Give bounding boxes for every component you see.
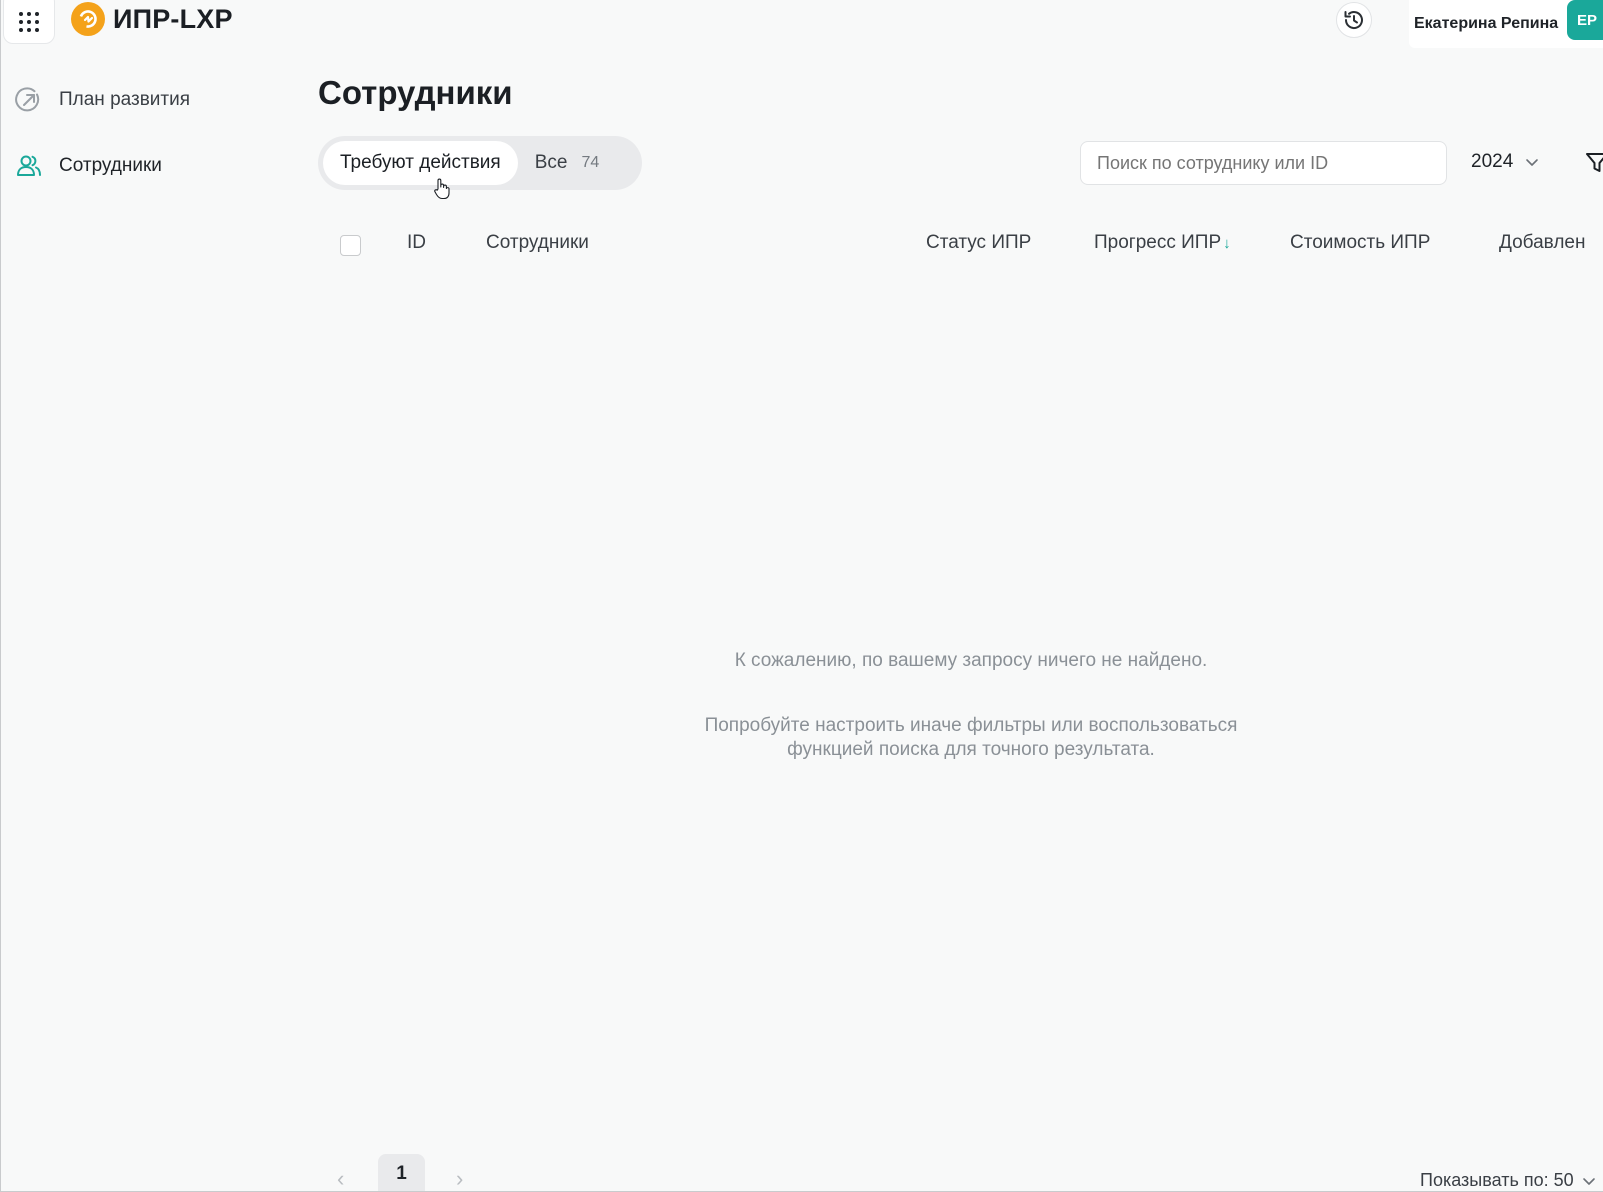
tab-count-badge: 74 xyxy=(581,154,600,171)
year-value: 2024 xyxy=(1471,151,1514,172)
empty-state-hint-line: Попробуйте настроить иначе фильтры или в… xyxy=(704,715,1238,736)
column-header-added[interactable]: Добавлен xyxy=(1499,232,1585,254)
tab-all[interactable]: Все 74 xyxy=(518,141,617,185)
segmented-tabs: Требуют действия Все 74 xyxy=(318,136,642,190)
next-page-button[interactable]: › xyxy=(456,1166,463,1191)
filter-button[interactable] xyxy=(1585,151,1603,180)
chevron-down-icon xyxy=(1582,1177,1595,1185)
tab-requires-action[interactable]: Требуют действия xyxy=(323,141,518,185)
app-logo[interactable]: ИПР-LXP xyxy=(71,2,233,36)
app-title: ИПР-LXP xyxy=(113,3,233,34)
sidebar-item-label: План развития xyxy=(59,89,191,110)
tab-label: Все xyxy=(534,152,568,173)
empty-state-hint: Попробуйте настроить иначе фильтры или в… xyxy=(1,714,1603,762)
logo-icon xyxy=(71,2,105,36)
column-header-progress[interactable]: Прогресс ИПР ↓ xyxy=(1094,232,1231,254)
user-menu[interactable]: Екатерина Репина ЕР xyxy=(1409,0,1603,48)
column-header-status[interactable]: Статус ИПР xyxy=(926,232,1031,254)
search-input[interactable] xyxy=(1080,141,1447,185)
hand-cursor-icon xyxy=(434,178,450,200)
users-icon xyxy=(17,155,41,176)
chevron-down-icon xyxy=(1526,159,1539,166)
column-header-id[interactable]: ID xyxy=(407,232,426,254)
filter-icon xyxy=(1586,153,1603,172)
per-page-label: Показывать по: 50 xyxy=(1420,1170,1574,1190)
page-title: Сотрудники xyxy=(318,74,513,111)
column-header-employees[interactable]: Сотрудники xyxy=(486,232,589,254)
sidebar-item-label: Сотрудники xyxy=(59,155,162,176)
sort-arrow-down-icon: ↓ xyxy=(1223,235,1231,252)
grid-icon xyxy=(19,12,39,32)
sidebar-item-employees[interactable]: Сотрудники xyxy=(15,152,162,180)
history-button[interactable] xyxy=(1336,2,1372,38)
prev-page-button[interactable]: ‹ xyxy=(337,1166,344,1191)
select-all-checkbox[interactable] xyxy=(340,235,361,256)
avatar: ЕР xyxy=(1567,0,1603,40)
arrow-up-right-circle-icon xyxy=(15,87,40,112)
history-icon xyxy=(1344,11,1363,29)
empty-state-title: К сожалению, по вашему запросу ничего не… xyxy=(734,650,1208,671)
column-header-label: Прогресс ИПР xyxy=(1094,232,1222,253)
empty-state-hint-line: функцией поиска для точного результата. xyxy=(787,739,1155,760)
app-window: ИПР-LXP Екатерина Репина ЕР План развити… xyxy=(0,0,1603,1192)
per-page-select[interactable]: Показывать по: 50 xyxy=(1420,1170,1596,1191)
sidebar-item-plan[interactable]: План развития xyxy=(15,86,190,114)
column-header-cost[interactable]: Стоимость ИПР xyxy=(1290,232,1430,254)
apps-menu-button[interactable] xyxy=(3,0,55,44)
tab-label: Требуют действия xyxy=(340,152,501,173)
user-name: Екатерина Репина xyxy=(1414,15,1559,32)
page-button-current[interactable]: 1 xyxy=(378,1154,425,1191)
year-select[interactable]: 2024 xyxy=(1471,151,1539,173)
